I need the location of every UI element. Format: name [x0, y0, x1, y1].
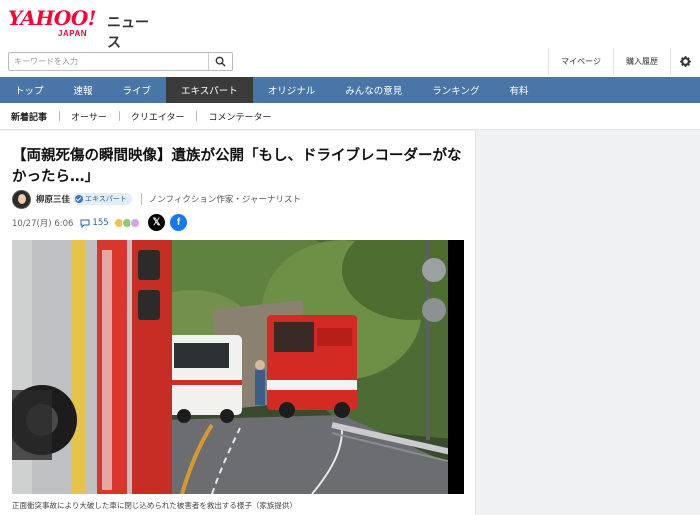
x-icon: 𝕏 — [152, 217, 161, 228]
site-header: YAHOO! JAPAN ニュース マイページ 購入履歴 — [0, 0, 700, 77]
avatar[interactable] — [12, 189, 31, 209]
nav-top[interactable]: トップ — [0, 77, 59, 103]
author-name[interactable]: 柳原三佳 — [36, 193, 70, 205]
sub-nav: 新着記事 オーサー クリエイター コメンテーター — [0, 103, 700, 130]
expert-badge: エキスパート — [73, 193, 132, 205]
logo-text: YAHOO! — [8, 6, 97, 30]
publish-date: 10/27(月) 6:06 — [12, 219, 74, 229]
comment-icon — [80, 219, 90, 228]
nav-opinions[interactable]: みんなの意見 — [330, 77, 417, 103]
share-facebook-button[interactable]: f — [170, 214, 187, 231]
nav-original[interactable]: オリジナル — [253, 77, 331, 103]
main-nav: トップ 速報 ライブ エキスパート オリジナル みんなの意見 ランキング 有料 — [0, 77, 700, 103]
badge-label: エキスパート — [85, 195, 127, 203]
logo-japan-text: JAPAN — [58, 29, 88, 38]
share-x-button[interactable]: 𝕏 — [148, 214, 165, 231]
gear-icon — [680, 56, 691, 67]
nav-ranking[interactable]: ランキング — [417, 77, 494, 103]
subnav-authors[interactable]: オーサー — [59, 110, 119, 123]
divider — [140, 193, 142, 205]
facebook-icon: f — [176, 217, 181, 228]
photo-caption: 正面衝突事故により大破した車に閉じ込められた被害者を救出する様子（家族提供） — [12, 501, 297, 510]
nav-expert[interactable]: エキスパート — [166, 77, 253, 103]
nav-paid[interactable]: 有料 — [495, 77, 544, 103]
search-box — [8, 52, 233, 71]
article-card: 【両親死傷の瞬間映像】遺族が公開「もし、ドライブレコーダーがなかったら…」 柳原… — [0, 131, 476, 515]
subnav-latest[interactable]: 新着記事 — [0, 110, 59, 123]
article-title: 【両親死傷の瞬間映像】遺族が公開「もし、ドライブレコーダーがなかったら…」 — [12, 148, 462, 185]
subnav-commentators[interactable]: コメンテーター — [196, 110, 283, 123]
author-row: 柳原三佳 エキスパート ノンフィクション作家・ジャーナリスト — [12, 189, 301, 209]
search-button[interactable] — [208, 53, 232, 70]
search-input[interactable] — [9, 53, 209, 70]
share-buttons: 𝕏 f — [148, 214, 192, 231]
yahoo-japan-news-logo[interactable]: YAHOO! JAPAN ニュース — [8, 6, 158, 51]
subnav-creators[interactable]: クリエイター — [118, 110, 197, 123]
settings-button[interactable] — [670, 48, 700, 75]
rescue-scene-image — [12, 240, 464, 494]
reaction-learn-icon — [129, 218, 140, 228]
comment-count: 155 — [92, 218, 109, 228]
header-links: マイページ 購入履歴 — [548, 48, 700, 75]
purchase-history-link[interactable]: 購入履歴 — [613, 48, 670, 75]
nav-live[interactable]: ライブ — [108, 77, 167, 103]
reaction-icons[interactable] — [113, 218, 140, 228]
search-icon — [215, 56, 226, 67]
comment-link[interactable]: 155 — [80, 218, 109, 228]
nav-breaking[interactable]: 速報 — [59, 77, 108, 103]
verified-check-icon — [75, 195, 84, 203]
article-photo[interactable] — [12, 240, 464, 494]
author-role: ノンフィクション作家・ジャーナリスト — [148, 195, 301, 205]
mypage-link[interactable]: マイページ — [548, 48, 613, 75]
service-name: ニュース — [107, 15, 149, 51]
